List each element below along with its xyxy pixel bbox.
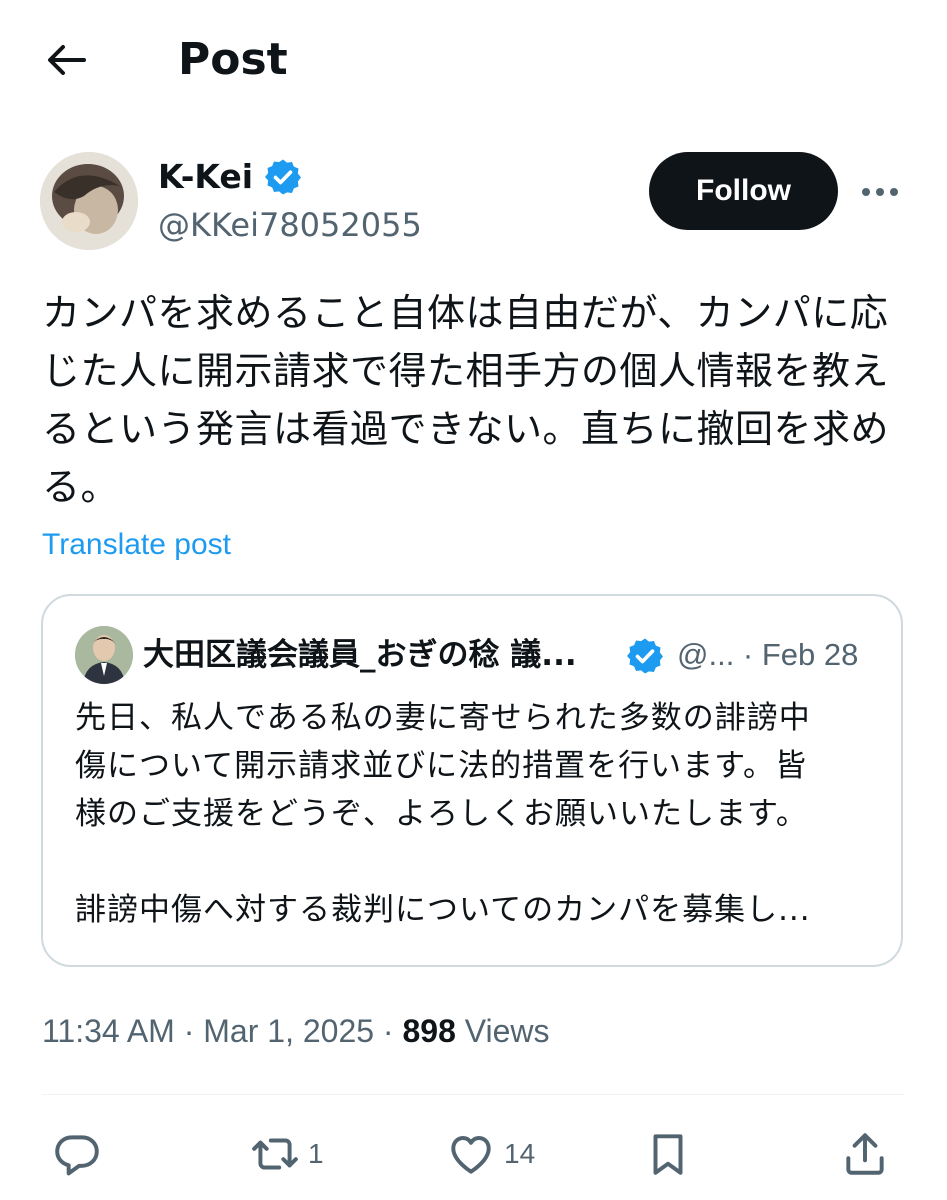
divider xyxy=(42,1094,904,1095)
author-handle[interactable]: @KKei78052055 xyxy=(158,202,422,248)
quoted-post-card[interactable]: 大田区議会議員_おぎの稔 議... @... · Feb 28 先日、私人である… xyxy=(41,594,903,967)
quoted-text-line: 傷について開示請求並びに法的措置を行います。皆 xyxy=(75,748,807,784)
like-count: 14 xyxy=(504,1138,536,1169)
author-avatar[interactable] xyxy=(40,152,138,250)
share-button[interactable] xyxy=(840,1128,890,1180)
quoted-text-line: 様のご支援をどうぞ、よろしくお願いいたします。 xyxy=(75,796,808,832)
back-arrow-icon xyxy=(48,45,86,75)
reply-button[interactable] xyxy=(52,1128,102,1180)
quoted-text-line: 先日、私人である私の妻に寄せられた多数の誹謗中 xyxy=(75,700,811,736)
post-text: カンパを求めること自体は自由だが、カンパに応 じた人に開示請求で得た相手方の個人… xyxy=(42,284,904,516)
translate-post-link[interactable]: Translate post xyxy=(42,523,231,567)
like-icon xyxy=(451,1135,491,1174)
quoted-avatar-image xyxy=(75,626,133,684)
separator: · xyxy=(183,1013,204,1049)
post-text-line: カンパを求めること自体は自由だが、カンパに応 xyxy=(42,291,889,335)
quoted-author-name: 大田区議会議員_おぎの稔 議... xyxy=(143,637,577,673)
repost-count: 1 xyxy=(308,1138,324,1169)
repost-icon xyxy=(252,1138,298,1170)
views-label: Views xyxy=(464,1013,550,1049)
like-button[interactable]: 14 xyxy=(446,1128,535,1180)
quoted-post-text: 先日、私人である私の妻に寄せられた多数の誹謗中 傷について開示請求並びに法的措置… xyxy=(75,694,875,934)
avatar-image xyxy=(40,152,138,250)
back-button[interactable] xyxy=(42,38,90,82)
separator: · xyxy=(382,1013,403,1049)
post-date[interactable]: Mar 1, 2025 xyxy=(203,1013,374,1049)
page-title: Post xyxy=(178,34,288,85)
author-display-name[interactable]: K-Kei xyxy=(158,152,253,202)
quoted-text-line: 誹謗中傷へ対する裁判についてのカンパを募集し... xyxy=(75,892,811,928)
post-text-line: るという発言は看過できない。直ちに撤回を求め xyxy=(42,407,890,451)
post-page: Post K-Kei @KKei78052055 Follow カンパを求めるこ… xyxy=(0,0,947,1200)
quoted-author-avatar[interactable] xyxy=(75,626,133,684)
quoted-post-meta: @... · Feb 28 xyxy=(677,637,859,672)
more-options-button[interactable] xyxy=(858,172,902,212)
share-icon xyxy=(846,1133,884,1175)
post-text-line: じた人に開示請求で得た相手方の個人情報を教え xyxy=(42,349,890,393)
views-count: 898 xyxy=(402,1013,456,1049)
more-icon xyxy=(862,188,898,196)
verified-badge-icon xyxy=(627,638,663,674)
post-text-line: る。 xyxy=(42,465,120,509)
post-meta: 11:34 AM · Mar 1, 2025 · 898 Views xyxy=(42,1008,550,1054)
action-bar: 1 14 xyxy=(0,1110,947,1200)
top-bar: Post xyxy=(0,0,947,120)
repost-button[interactable]: 1 xyxy=(250,1128,324,1180)
bookmark-icon xyxy=(653,1134,683,1175)
reply-icon xyxy=(55,1135,99,1176)
bookmark-button[interactable] xyxy=(643,1128,693,1180)
author-name-row: K-Kei xyxy=(158,152,303,202)
post-time[interactable]: 11:34 AM xyxy=(42,1013,175,1049)
follow-button[interactable]: Follow xyxy=(649,152,838,230)
verified-badge-icon[interactable] xyxy=(263,157,303,197)
